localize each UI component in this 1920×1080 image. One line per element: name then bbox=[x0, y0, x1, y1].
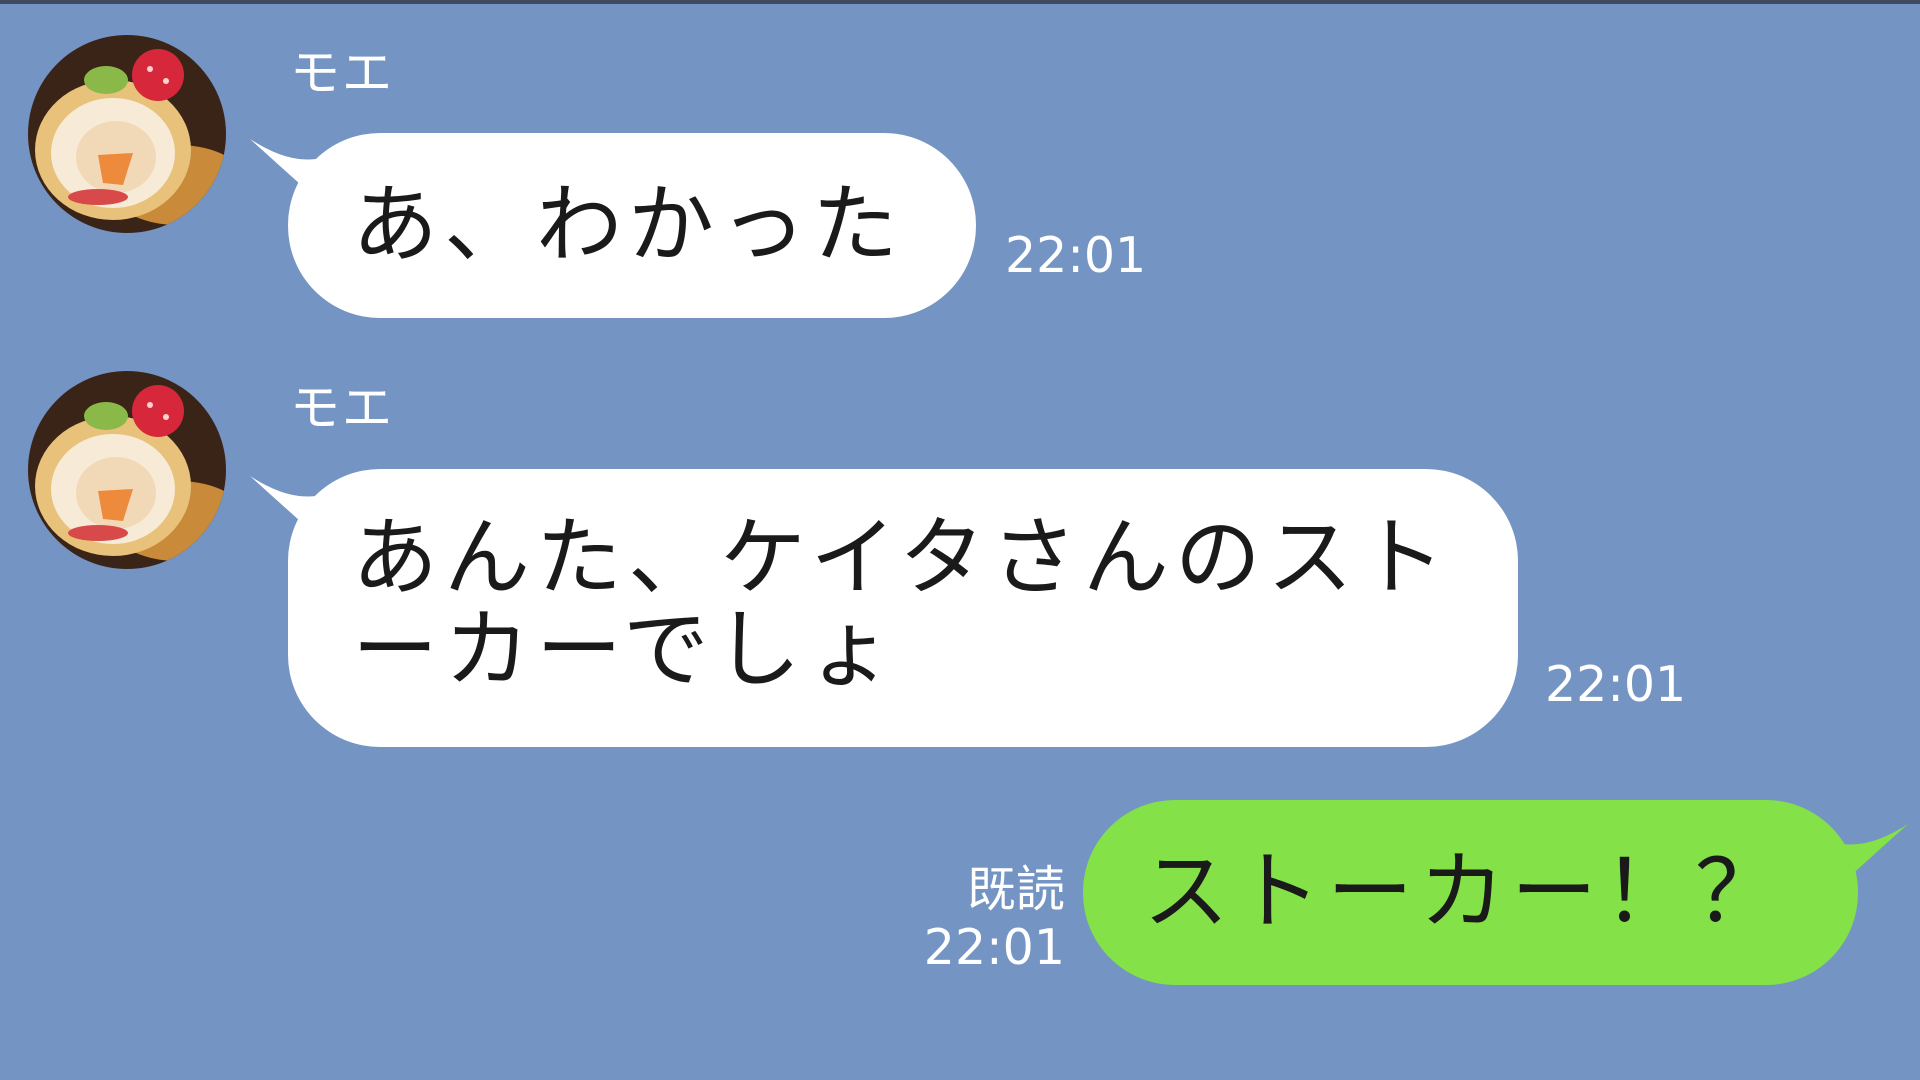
message-bubble[interactable]: あ、わかった bbox=[288, 133, 976, 318]
message-timestamp: 22:01 bbox=[923, 919, 1065, 976]
roll-cake-avatar-icon bbox=[28, 35, 226, 233]
message-bubble[interactable]: あんた、ケイタさんのスト ーカーでしょ bbox=[288, 469, 1518, 747]
message-text: あんた、ケイタさんのスト ーカーでしょ bbox=[352, 508, 1451, 700]
read-receipt-label: 既読 bbox=[966, 861, 1065, 918]
sender-name: モエ bbox=[290, 44, 394, 102]
avatar[interactable] bbox=[28, 35, 226, 233]
message-timestamp: 22:01 bbox=[1005, 227, 1147, 284]
roll-cake-avatar-icon bbox=[28, 371, 226, 569]
read-status: 既読 22:01 bbox=[900, 861, 1065, 977]
bubble-tail bbox=[1842, 824, 1908, 878]
message-timestamp: 22:01 bbox=[1545, 656, 1687, 713]
avatar[interactable] bbox=[28, 371, 226, 569]
message-text: ストーカー！？ bbox=[1143, 842, 1787, 942]
message-text: あ、わかった bbox=[352, 175, 904, 275]
message-bubble[interactable]: ストーカー！？ bbox=[1083, 800, 1858, 985]
sender-name: モエ bbox=[290, 379, 394, 437]
top-edge bbox=[0, 0, 1920, 4]
